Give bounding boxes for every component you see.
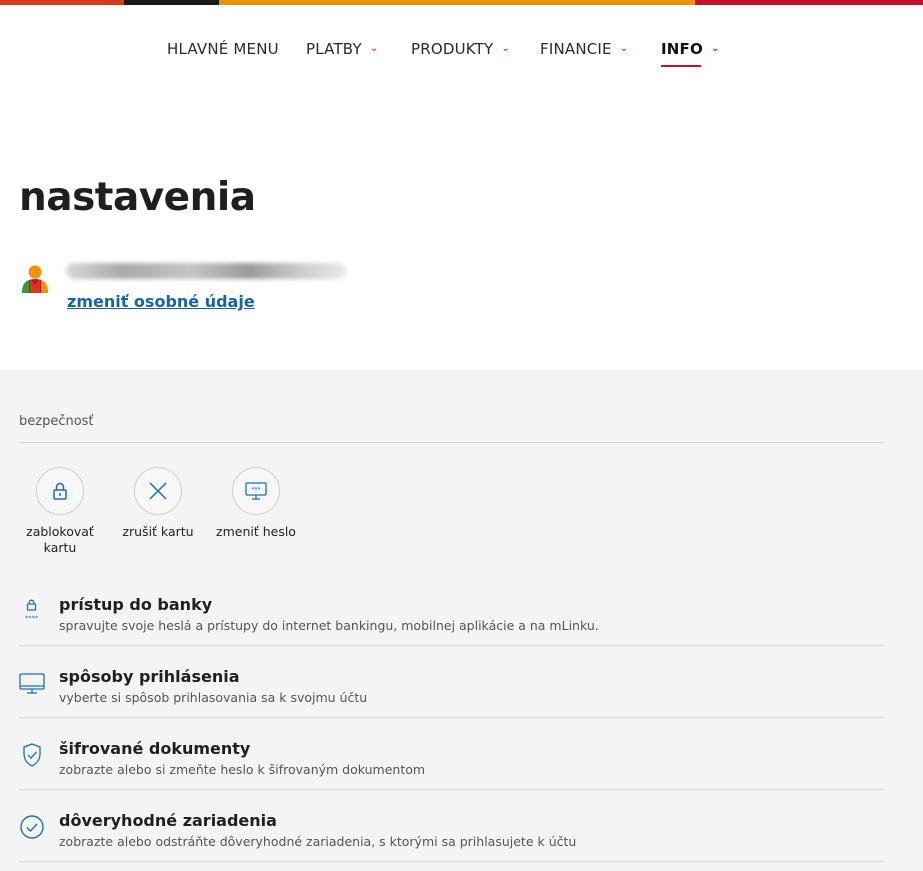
section-label: bezpečnosť [19,414,94,429]
password-screen-icon: *** [232,467,280,515]
list-item-title: spôsoby prihlásenia [59,667,240,686]
list-item-description: zobrazte alebo si zmeňte heslo k šifrova… [59,762,426,777]
security-section: bezpečnosť zablokovať kartu zrušiť kartu [0,370,923,871]
user-avatar-icon [19,263,51,295]
page-title: nastavenia [19,175,256,220]
nav-item-produkty[interactable]: PRODUKTY ⌄ [411,40,510,58]
change-password-button[interactable]: *** zmeniť heslo [211,467,301,540]
quick-action-label: zmeniť heslo [216,524,296,539]
list-item-description: zobrazte alebo odstráňte dôveryhodné zar… [59,834,577,849]
nav-item-label: PRODUKTY [411,40,494,58]
chevron-down-icon: ⌄ [501,43,510,54]
list-item-description: vyberte si spôsob prihlasovania sa k svo… [59,690,368,705]
user-name-redacted [66,263,346,279]
nav-item-hlavne-menu[interactable]: HLAVNÉ MENU [167,40,279,58]
monitor-icon [19,670,45,696]
list-item-login-methods[interactable]: spôsoby prihlásenia vyberte si spôsob pr… [19,646,884,718]
list-item-encrypted-documents[interactable]: šifrované dokumenty zobrazte alebo si zm… [19,718,884,790]
edit-personal-info-link[interactable]: zmeniť osobné údaje [67,292,255,311]
divider [19,861,884,862]
divider [19,442,884,443]
nav-item-label: FINANCIE [540,40,612,58]
cancel-card-button[interactable]: zrušiť kartu [113,467,203,540]
list-item-title: prístup do banky [59,595,213,614]
nav-item-label: INFO [661,40,703,58]
chevron-down-icon: ⌄ [369,43,379,54]
nav-item-label: PLATBY [306,40,362,58]
nav-item-info[interactable]: INFO ⌄ [661,40,720,67]
list-item-title: šifrované dokumenty [59,739,251,758]
list-item-description: spravujte svoje heslá a prístupy do inte… [59,618,599,633]
block-card-button[interactable]: zablokovať kartu [15,467,105,556]
shield-check-icon [19,742,45,768]
list-item-bank-access[interactable]: **** prístup do banky spravujte svoje he… [19,574,884,646]
nav-item-platby[interactable]: PLATBY ⌄ [306,40,378,58]
nav-item-financie[interactable]: FINANCIE ⌄ [540,40,628,58]
list-item-title: dôveryhodné zariadenia [59,811,277,830]
chevron-down-icon: ⌄ [710,43,720,54]
lock-icon [36,467,84,515]
close-icon [134,467,182,515]
svg-text:****: **** [25,614,39,622]
quick-action-label: zablokovať kartu [26,524,94,555]
lock-password-icon: **** [19,598,45,624]
quick-action-label: zrušiť kartu [122,524,194,539]
main-navigation: HLAVNÉ MENU PLATBY ⌄ PRODUKTY ⌄ FINANCIE ⌄ … [0,40,923,80]
chevron-down-icon: ⌄ [619,43,629,54]
check-circle-icon [19,814,45,840]
top-color-stripe [0,0,923,5]
nav-item-label: HLAVNÉ MENU [167,40,279,58]
svg-text:***: *** [252,487,261,494]
list-item-trusted-devices[interactable]: dôveryhodné zariadenia zobrazte alebo od… [19,790,884,862]
